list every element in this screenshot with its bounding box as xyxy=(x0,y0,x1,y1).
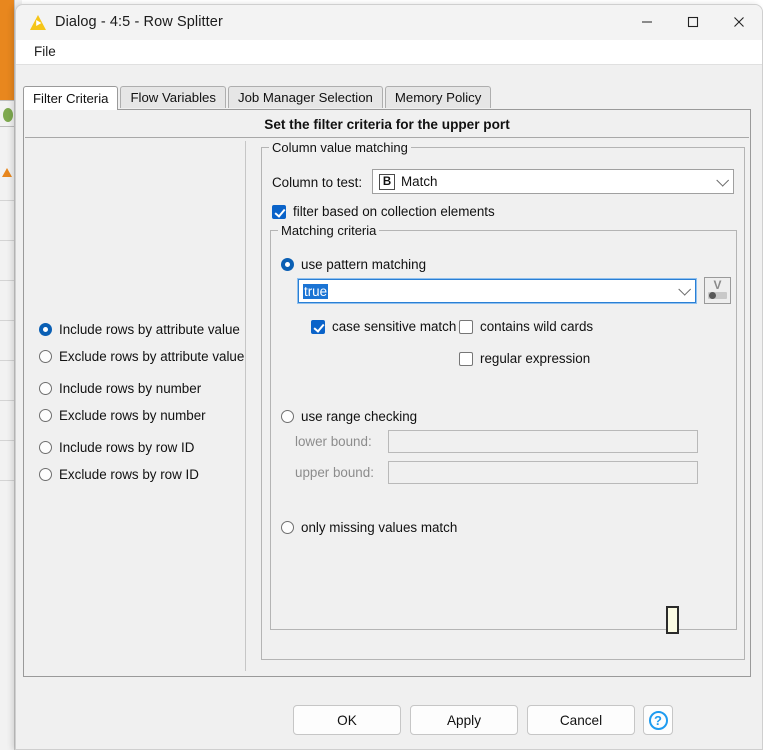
background-divider xyxy=(0,100,14,101)
background-divider xyxy=(0,280,14,281)
pattern-value-input[interactable]: true xyxy=(298,279,696,303)
radio-button-icon xyxy=(39,468,52,481)
title-bar: Dialog - 4:5 - Row Splitter xyxy=(16,5,762,40)
filter-mode-column: Include rows by attribute value Exclude … xyxy=(29,141,246,671)
radio-label: Include rows by number xyxy=(59,381,202,396)
panel-content: Include rows by attribute value Exclude … xyxy=(25,139,749,675)
background-divider xyxy=(0,440,14,441)
radio-button-icon xyxy=(281,410,294,423)
checkbox-label: case sensitive match xyxy=(332,319,457,334)
radio-button-icon xyxy=(39,350,52,363)
text-cursor-marker xyxy=(666,606,679,634)
filter-mode-radio-group: Include rows by attribute value Exclude … xyxy=(39,316,244,488)
boolean-type-icon: B xyxy=(379,173,395,190)
row-splitter-dialog: Dialog - 4:5 - Row Splitter File Filter … xyxy=(15,4,763,750)
contains-wild-cards-checkbox[interactable]: contains wild cards xyxy=(459,319,593,334)
radio-only-missing-values-match[interactable]: only missing values match xyxy=(281,514,457,541)
radio-exclude-rows-by-row-id[interactable]: Exclude rows by row ID xyxy=(39,461,244,488)
checkbox-icon xyxy=(459,319,473,334)
tab-strip: Filter Criteria Flow Variables Job Manag… xyxy=(23,86,493,110)
background-divider xyxy=(0,320,14,321)
radio-label: Exclude rows by row ID xyxy=(59,467,199,482)
flow-variable-icon: V xyxy=(713,278,722,292)
tab-flow-variables[interactable]: Flow Variables xyxy=(120,86,226,108)
regular-expression-checkbox[interactable]: regular expression xyxy=(459,351,590,366)
checkbox-label: contains wild cards xyxy=(480,319,594,334)
tab-memory-policy[interactable]: Memory Policy xyxy=(384,86,492,108)
filter-collection-elements-checkbox[interactable]: filter based on collection elements xyxy=(272,204,495,219)
radio-include-rows-by-attribute-value[interactable]: Include rows by attribute value xyxy=(39,316,244,343)
checkbox-icon xyxy=(311,319,325,334)
column-to-test-dropdown[interactable]: B Match xyxy=(372,169,734,194)
radio-label: only missing values match xyxy=(301,520,458,535)
case-sensitive-match-checkbox[interactable]: case sensitive match xyxy=(311,319,456,334)
radio-label: use pattern matching xyxy=(301,257,427,272)
knime-triangle-icon xyxy=(30,15,46,30)
chevron-down-icon xyxy=(716,173,730,187)
radio-label: Exclude rows by number xyxy=(59,408,206,423)
apply-button[interactable]: Apply xyxy=(410,705,518,735)
group-title: Matching criteria xyxy=(278,223,380,238)
checkbox-label: regular expression xyxy=(480,351,591,366)
checkbox-icon xyxy=(459,351,473,366)
cancel-button[interactable]: Cancel xyxy=(527,705,635,735)
panel-heading: Set the filter criteria for the upper po… xyxy=(25,111,749,138)
window-title: Dialog - 4:5 - Row Splitter xyxy=(55,14,223,30)
chevron-down-icon[interactable] xyxy=(678,282,692,296)
radio-exclude-rows-by-number[interactable]: Exclude rows by number xyxy=(39,402,244,429)
radio-include-rows-by-row-id[interactable]: Include rows by row ID xyxy=(39,434,244,461)
help-button[interactable]: ? xyxy=(643,705,673,735)
lower-bound-input[interactable] xyxy=(388,430,698,453)
upper-bound-input[interactable] xyxy=(388,461,698,484)
background-divider xyxy=(0,126,14,127)
group-title: Column value matching xyxy=(269,140,411,155)
matching-criteria-group: Matching criteria use pattern matching t… xyxy=(270,223,737,634)
background-node-status-icon xyxy=(3,108,13,122)
minimize-button[interactable] xyxy=(624,5,670,38)
pattern-value-text: true xyxy=(303,283,329,299)
radio-label: Include rows by attribute value xyxy=(59,322,240,337)
checkbox-label: filter based on collection elements xyxy=(293,204,495,219)
column-matching-column: Column value matching Column to test: B … xyxy=(253,140,745,671)
radio-exclude-rows-by-attribute-value[interactable]: Exclude rows by attribute value xyxy=(39,343,244,370)
radio-button-icon xyxy=(39,323,52,336)
radio-button-icon xyxy=(39,441,52,454)
flow-variable-dot xyxy=(709,292,716,299)
background-divider xyxy=(0,360,14,361)
upper-bound-label: upper bound: xyxy=(295,465,374,480)
background-divider xyxy=(0,240,14,241)
radio-label: Exclude rows by attribute value xyxy=(59,349,245,364)
background-divider xyxy=(0,480,14,481)
tab-job-manager-selection[interactable]: Job Manager Selection xyxy=(227,86,383,108)
radio-button-icon xyxy=(39,409,52,422)
dialog-button-bar: OK Apply Cancel ? xyxy=(16,689,762,749)
radio-label: use range checking xyxy=(301,409,418,424)
dialog-body: Filter Criteria Flow Variables Job Manag… xyxy=(16,65,762,749)
maximize-button[interactable] xyxy=(670,5,716,38)
checkbox-icon xyxy=(272,204,286,219)
radio-use-range-checking[interactable]: use range checking xyxy=(281,403,417,430)
filter-criteria-panel: Set the filter criteria for the upper po… xyxy=(23,109,751,677)
help-icon: ? xyxy=(648,710,668,730)
radio-button-icon xyxy=(39,382,52,395)
menu-item-file[interactable]: File xyxy=(30,43,60,60)
background-divider xyxy=(0,400,14,401)
radio-use-pattern-matching[interactable]: use pattern matching xyxy=(281,251,426,278)
radio-button-icon xyxy=(281,521,294,534)
menu-bar: File xyxy=(16,40,762,65)
background-warning-icon xyxy=(2,168,12,177)
radio-include-rows-by-number[interactable]: Include rows by number xyxy=(39,375,244,402)
background-divider xyxy=(0,200,14,201)
column-to-test-label: Column to test: xyxy=(272,175,363,190)
lower-bound-label: lower bound: xyxy=(295,434,372,449)
ok-button[interactable]: OK xyxy=(293,705,401,735)
close-button[interactable] xyxy=(716,5,762,38)
background-orange-block xyxy=(0,0,14,100)
tab-filter-criteria[interactable]: Filter Criteria xyxy=(23,86,119,110)
column-value-matching-group: Column value matching Column to test: B … xyxy=(261,140,745,660)
flow-variable-button[interactable]: V xyxy=(704,277,731,304)
column-to-test-value: Match xyxy=(401,174,438,189)
radio-label: Include rows by row ID xyxy=(59,440,195,455)
radio-button-icon xyxy=(281,258,294,271)
